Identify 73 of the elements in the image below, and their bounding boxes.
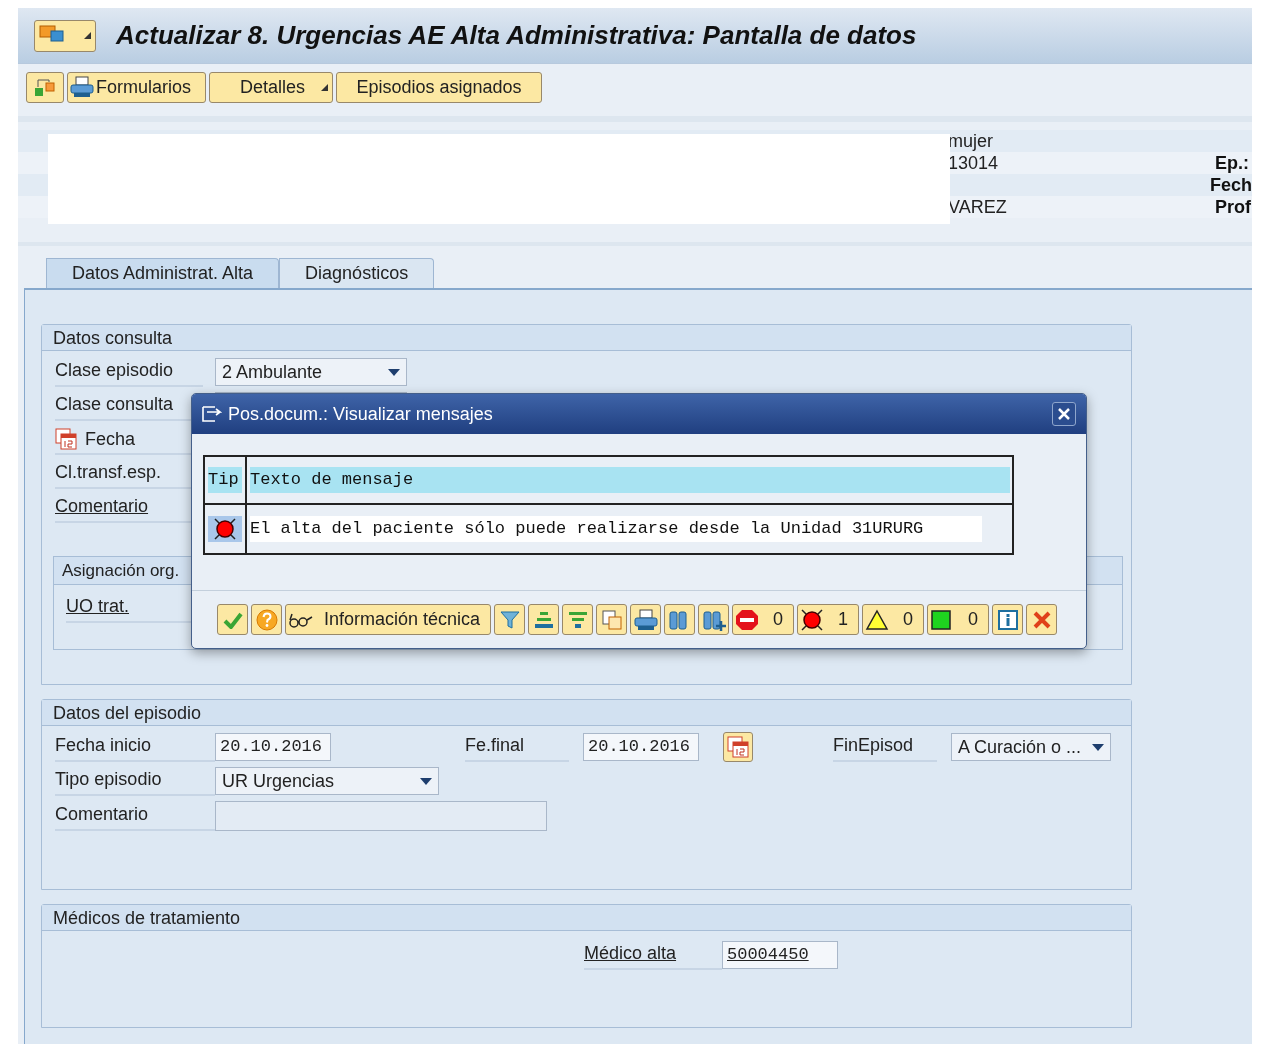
check-icon bbox=[222, 610, 243, 629]
header-value: 13014 bbox=[948, 151, 999, 175]
change-button[interactable] bbox=[26, 71, 64, 103]
printer-icon bbox=[633, 608, 658, 631]
icon-button[interactable] bbox=[596, 604, 628, 635]
toolbar-button[interactable]: Formularios bbox=[67, 71, 207, 103]
window-title: Actualizar 8. Urgencias AE Alta Administrativa: Pantalla de datos bbox=[116, 19, 917, 52]
dropdown-arrow-icon bbox=[1092, 743, 1104, 751]
comment-field[interactable] bbox=[215, 801, 547, 831]
menu-button[interactable] bbox=[34, 19, 96, 52]
filter-icon bbox=[498, 608, 521, 631]
toolbar-button[interactable]: Información técnica bbox=[285, 604, 492, 635]
toolbar-button[interactable]: 0 bbox=[732, 604, 795, 635]
tab[interactable]: Datos Administrat. Alta bbox=[46, 258, 280, 288]
close-icon bbox=[1058, 408, 1070, 420]
icon-button[interactable] bbox=[217, 604, 248, 635]
icon-button[interactable] bbox=[664, 604, 696, 635]
calendar-icon bbox=[727, 736, 749, 758]
caret-icon bbox=[321, 83, 329, 91]
icon-button[interactable] bbox=[528, 604, 560, 635]
error-light-icon bbox=[213, 517, 237, 541]
field-label: Fe.final bbox=[465, 732, 569, 762]
close-icon bbox=[1031, 609, 1052, 630]
toolbar-button[interactable]: Episodios asignados bbox=[336, 71, 543, 103]
binoculars-plus-icon bbox=[701, 608, 726, 631]
document-icon bbox=[202, 405, 222, 423]
copy-icon bbox=[600, 608, 623, 631]
dropdown-arrow-icon bbox=[388, 368, 400, 376]
toolbar-button[interactable]: 1 bbox=[797, 604, 860, 635]
dropdown[interactable]: A Curación o ... bbox=[951, 733, 1111, 761]
help-icon bbox=[255, 608, 278, 631]
field-label: FinEpisod bbox=[833, 732, 937, 762]
icon-button[interactable] bbox=[630, 604, 662, 635]
calendar-icon bbox=[55, 428, 77, 450]
warning-icon bbox=[865, 608, 890, 631]
hierarchy-icon bbox=[33, 76, 57, 98]
group-title: Médicos de tratamiento bbox=[42, 905, 1131, 931]
caret-icon bbox=[84, 32, 91, 39]
calendar-button[interactable] bbox=[723, 732, 753, 762]
header-label: Ep.: bbox=[1215, 151, 1250, 175]
dropdown[interactable]: 2 Ambulante bbox=[215, 358, 407, 386]
success-icon bbox=[930, 608, 953, 631]
close-button[interactable] bbox=[1052, 402, 1076, 426]
icon-button[interactable] bbox=[992, 604, 1024, 635]
field-label: Clase episodio bbox=[55, 357, 203, 387]
icon-button[interactable] bbox=[562, 604, 594, 635]
tab[interactable]: Diagnósticos bbox=[279, 258, 435, 288]
dialog-title: Pos.docum.: Visualizar mensajes bbox=[228, 402, 493, 426]
stop-sign-icon bbox=[735, 608, 760, 631]
icon-button[interactable] bbox=[698, 604, 730, 635]
header-value: VAREZ bbox=[948, 195, 1007, 219]
header-label: Fech bbox=[1210, 173, 1252, 197]
icon-button[interactable] bbox=[1026, 604, 1058, 635]
column-header: Tip bbox=[208, 467, 242, 493]
group-title: Datos del episodio bbox=[42, 700, 1131, 726]
field-label: Fecha bbox=[85, 427, 136, 451]
message-text: El alta del paciente sólo puede realizarse desde la Unidad 31URURG bbox=[250, 516, 982, 542]
group-title: Datos consulta bbox=[42, 325, 1131, 351]
doctor-field[interactable]: 50004450 bbox=[722, 941, 838, 969]
header-label: Prof bbox=[1215, 195, 1252, 219]
info-icon bbox=[996, 608, 1019, 631]
icon-button[interactable] bbox=[494, 604, 526, 635]
date-field[interactable]: 20.10.2016 bbox=[215, 733, 331, 761]
column-header: Texto de mensaje bbox=[250, 467, 1010, 493]
icon-button[interactable] bbox=[251, 604, 282, 635]
toolbar-button[interactable]: 0 bbox=[927, 604, 990, 635]
printer-icon bbox=[70, 76, 94, 98]
date-field[interactable]: 20.10.2016 bbox=[583, 733, 699, 761]
menu-button[interactable]: Detalles bbox=[209, 71, 334, 103]
toolbar-button[interactable]: 0 bbox=[862, 604, 925, 635]
dropdown-arrow-icon bbox=[420, 777, 432, 785]
dropdown[interactable]: UR Urgencias bbox=[215, 767, 439, 795]
error-light-icon bbox=[800, 607, 825, 632]
